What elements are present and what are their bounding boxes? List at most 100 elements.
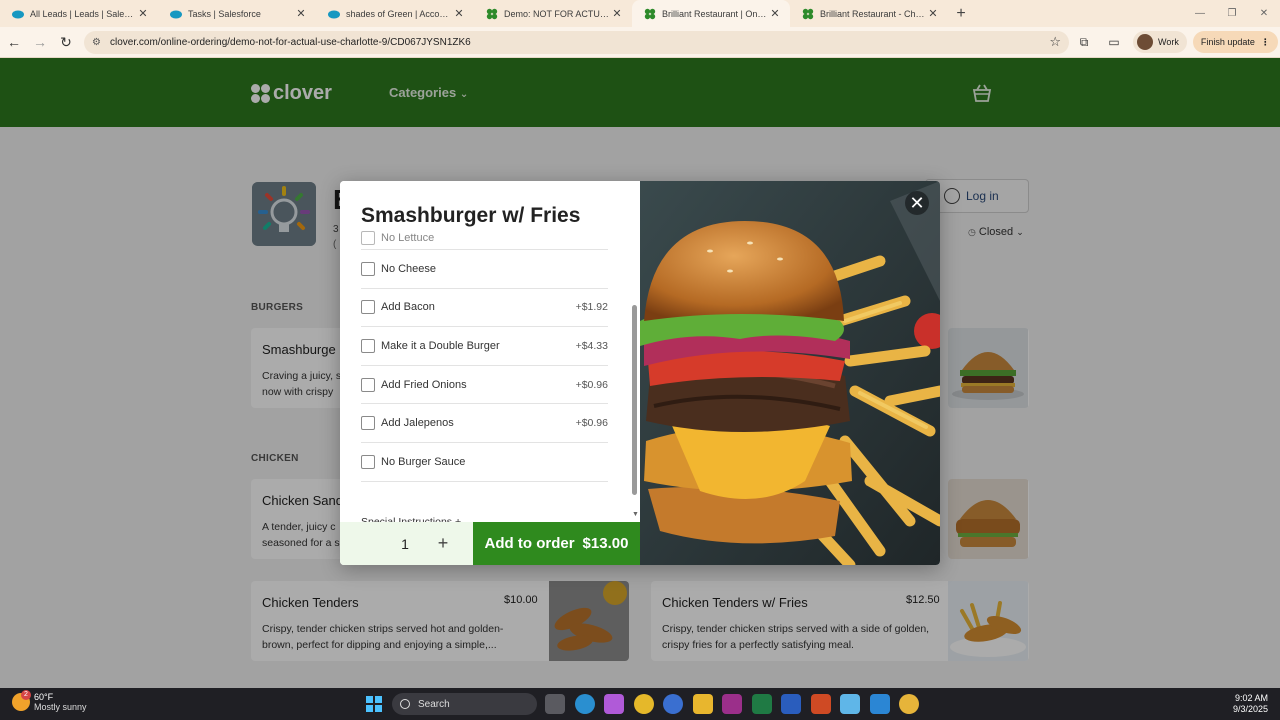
option-checkbox[interactable] bbox=[361, 454, 375, 469]
close-tab-icon[interactable]: ✕ bbox=[926, 7, 940, 20]
option-no-cheese[interactable]: No Cheese bbox=[361, 250, 608, 289]
profile-label: Work bbox=[1158, 37, 1179, 47]
add-to-order-button[interactable]: Add to order $13.00 bbox=[473, 522, 640, 565]
taskbar-apps bbox=[545, 694, 919, 714]
close-icon: ✕ bbox=[909, 192, 925, 213]
option-add-bacon[interactable]: Add Bacon +$1.92 bbox=[361, 289, 608, 328]
finish-update-button[interactable]: Finish update ⋮ bbox=[1192, 31, 1278, 53]
close-tab-icon[interactable]: ✕ bbox=[294, 7, 308, 20]
taskbar-search[interactable]: Search bbox=[392, 693, 537, 715]
option-label: No Burger Sauce bbox=[381, 455, 466, 468]
windows-start-icon[interactable] bbox=[366, 696, 382, 712]
clock-date: 9/3/2025 bbox=[1232, 704, 1268, 714]
excel-icon[interactable] bbox=[751, 694, 772, 714]
snipping-icon[interactable] bbox=[869, 694, 890, 714]
tab-title: All Leads | Leads | Salesforce bbox=[30, 8, 136, 19]
add-to-order-label: Add to order bbox=[484, 535, 575, 552]
tab-brilliant-online-order[interactable]: Brilliant Restaurant | Online Ord ✕ bbox=[632, 0, 790, 27]
file-explorer-icon[interactable] bbox=[692, 694, 713, 714]
close-tab-icon[interactable]: ✕ bbox=[136, 7, 150, 20]
tab-brilliant-charlotte[interactable]: Brilliant Restaurant - Charlotte, ✕ bbox=[790, 0, 948, 27]
search-label: Search bbox=[418, 698, 450, 710]
tab-title: Brilliant Restaurant | Online Ord bbox=[662, 8, 768, 19]
extensions-icon[interactable]: ⧉ bbox=[1069, 30, 1099, 54]
close-tab-icon[interactable]: ✕ bbox=[768, 7, 782, 20]
option-label: Add Bacon bbox=[381, 301, 435, 314]
salesforce-icon bbox=[170, 8, 182, 20]
tab-title: shades of Green | Account | Sal bbox=[346, 8, 452, 19]
sun-icon: 2 bbox=[12, 690, 31, 711]
task-view-icon[interactable] bbox=[545, 694, 565, 714]
clover-icon bbox=[486, 8, 498, 20]
salesforce-icon bbox=[12, 8, 24, 20]
close-modal-button[interactable]: ✕ bbox=[905, 191, 929, 215]
powerpoint-icon[interactable] bbox=[810, 694, 831, 714]
finish-update-label: Finish update bbox=[1200, 37, 1255, 47]
more-menu-icon: ⋮ bbox=[1260, 36, 1270, 47]
option-checkbox[interactable] bbox=[361, 261, 375, 276]
option-checkbox[interactable] bbox=[361, 377, 375, 392]
close-tab-icon[interactable]: ✕ bbox=[610, 7, 624, 20]
site-info-icon[interactable]: ⚙ bbox=[92, 37, 104, 48]
chrome-icon[interactable] bbox=[633, 694, 654, 714]
side-panel-icon[interactable]: ▭ bbox=[1099, 30, 1129, 54]
quantity-value[interactable]: 1 bbox=[340, 536, 428, 552]
modal-footer: 1 + Add to order $13.00 bbox=[340, 522, 640, 565]
item-modal: Smashburger w/ Fries No Lettuce No Chees… bbox=[340, 181, 940, 565]
option-jalepenos[interactable]: Add Jalepenos +$0.96 bbox=[361, 404, 608, 443]
option-double-burger[interactable]: Make it a Double Burger +$4.33 bbox=[361, 327, 608, 366]
option-no-lettuce[interactable]: No Lettuce bbox=[361, 227, 608, 250]
option-no-burger-sauce[interactable]: No Burger Sauce bbox=[361, 443, 608, 482]
web-page: clover Categories ⌄ B 3 ( Log in ◷ Close… bbox=[0, 58, 1280, 688]
option-checkbox[interactable] bbox=[361, 300, 375, 315]
option-checkbox[interactable] bbox=[361, 338, 375, 353]
system-clock[interactable]: 9:02 AM 9/3/2025 bbox=[1233, 693, 1268, 715]
tab-all-leads[interactable]: All Leads | Leads | Salesforce ✕ bbox=[0, 0, 158, 27]
word-icon[interactable] bbox=[781, 694, 801, 714]
bookmark-star-icon[interactable]: ☆ bbox=[1049, 34, 1061, 50]
option-price: +$0.96 bbox=[575, 417, 608, 430]
clover-icon bbox=[644, 8, 656, 20]
back-icon[interactable]: ← bbox=[2, 30, 26, 54]
reload-icon[interactable]: ↻ bbox=[54, 30, 78, 54]
extra-app-icon[interactable] bbox=[899, 694, 919, 714]
tab-tasks[interactable]: Tasks | Salesforce ✕ bbox=[158, 0, 316, 27]
screen: All Leads | Leads | Salesforce ✕ Tasks |… bbox=[0, 0, 1280, 720]
tab-shades-of-green[interactable]: shades of Green | Account | Sal ✕ bbox=[316, 0, 474, 27]
option-label: Add Jalepenos bbox=[381, 417, 454, 430]
scroll-down-icon[interactable]: ▼ bbox=[632, 511, 639, 518]
profile-button[interactable]: Work bbox=[1133, 31, 1187, 53]
tab-demo[interactable]: Demo: NOT FOR ACTUAL USE | ✕ bbox=[474, 0, 632, 27]
weather-widget[interactable]: 2 60°F Mostly sunny bbox=[12, 690, 87, 712]
order-amount: $13.00 bbox=[582, 535, 629, 552]
minimize-icon[interactable]: — bbox=[1184, 0, 1216, 27]
option-price: +$1.92 bbox=[575, 301, 608, 314]
option-fried-onions[interactable]: Add Fried Onions +$0.96 bbox=[361, 366, 608, 405]
modal-scrollbar[interactable]: ▼ bbox=[632, 227, 639, 519]
item-photo bbox=[640, 181, 940, 565]
option-checkbox[interactable] bbox=[361, 231, 375, 245]
clover-icon bbox=[802, 8, 814, 20]
option-checkbox[interactable] bbox=[361, 416, 375, 431]
edge-icon[interactable] bbox=[574, 694, 595, 714]
store-icon[interactable] bbox=[663, 694, 683, 714]
quantity-stepper: 1 + bbox=[340, 522, 473, 565]
url-input[interactable]: ⚙ clover.com/online-ordering/demo-not-fo… bbox=[84, 30, 1069, 54]
close-window-icon[interactable]: ✕ bbox=[1248, 0, 1280, 27]
option-price: +$0.96 bbox=[575, 378, 608, 391]
copilot-icon[interactable] bbox=[604, 694, 624, 714]
close-tab-icon[interactable]: ✕ bbox=[452, 7, 466, 20]
plus-icon[interactable]: + bbox=[428, 533, 458, 554]
new-tab-icon[interactable]: + bbox=[948, 0, 974, 27]
option-label: Make it a Double Burger bbox=[381, 339, 500, 352]
option-label: No Lettuce bbox=[381, 232, 435, 244]
maximize-icon[interactable]: ❐ bbox=[1216, 0, 1248, 27]
url-text: clover.com/online-ordering/demo-not-for-… bbox=[110, 36, 471, 48]
modifier-list: No Lettuce No Cheese Add Bacon +$1.92 Ma… bbox=[361, 227, 608, 521]
notepad-icon[interactable] bbox=[840, 694, 860, 714]
clock-time: 9:02 AM bbox=[1234, 693, 1268, 703]
option-label: Add Fried Onions bbox=[381, 378, 467, 391]
app-icon[interactable] bbox=[722, 694, 742, 714]
scrollbar-thumb[interactable] bbox=[632, 305, 637, 495]
forward-icon[interactable]: → bbox=[28, 30, 52, 54]
